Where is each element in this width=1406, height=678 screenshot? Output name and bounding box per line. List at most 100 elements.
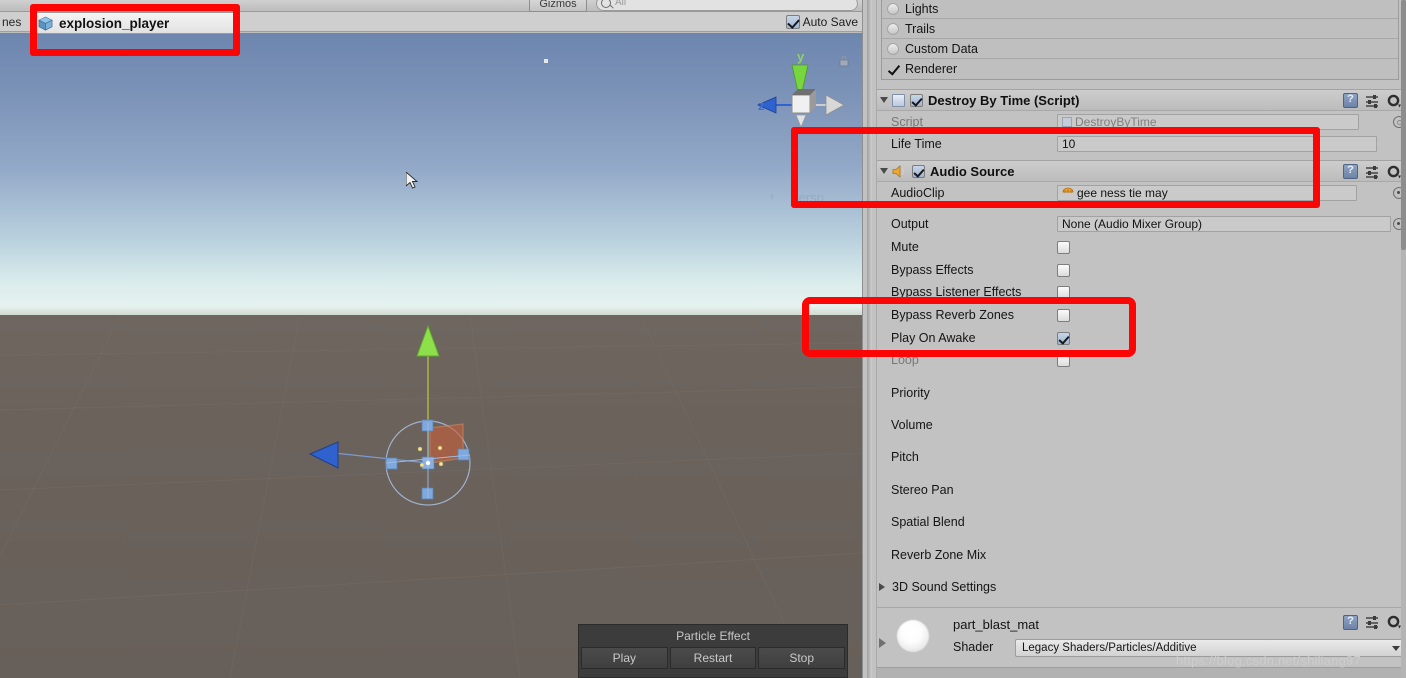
svg-text:z: z <box>758 98 765 113</box>
property-row-output[interactable]: Output None (Audio Mixer Group) <box>877 213 1406 235</box>
chevron-down-icon[interactable] <box>880 97 888 103</box>
audioclip-object-field[interactable]: gee ness tie may <box>1057 185 1357 201</box>
scene-view-pane: Gizmos All Auto Save nes explosion_playe <box>0 0 862 678</box>
transform-move-gizmo[interactable] <box>300 318 510 518</box>
toggle-icon[interactable] <box>887 22 899 35</box>
chevron-down-icon[interactable] <box>880 168 888 174</box>
property-row-bypass-reverb-zones[interactable]: Bypass Reverb Zones <box>877 304 1406 326</box>
property-row-play-on-awake[interactable]: Play On Awake <box>877 327 1406 349</box>
chevron-right-icon[interactable] <box>879 638 886 648</box>
module-row-custom-data[interactable]: Custom Data <box>882 39 1398 59</box>
gear-icon[interactable] <box>1387 94 1401 108</box>
scene-toolbar: Gizmos All <box>0 0 862 12</box>
property-label: Loop <box>891 353 919 367</box>
slider-label: Spatial Blend <box>891 515 965 529</box>
gear-icon[interactable] <box>1387 615 1401 629</box>
auto-save-toggle[interactable]: Auto Save <box>785 14 858 30</box>
selected-object-name: explosion_player <box>59 15 170 31</box>
preset-icon[interactable] <box>1365 94 1380 108</box>
scrollbar-thumb[interactable] <box>1401 0 1406 250</box>
component-header-audio-source[interactable]: Audio Source <box>877 160 1406 182</box>
module-label: Custom Data <box>905 41 978 56</box>
module-row-trails[interactable]: Trails <box>882 19 1398 39</box>
scene-viewport[interactable]: y z ‹ Persp <box>0 33 862 678</box>
help-icon[interactable] <box>1343 93 1358 108</box>
inspector-scrollbar[interactable] <box>1401 0 1406 678</box>
scene-marker-dot <box>544 59 548 63</box>
inspector-rail-bar <box>867 0 872 678</box>
particle-play-button[interactable]: Play <box>581 647 668 669</box>
component-header-destroy-by-time[interactable]: Destroy By Time (Script) <box>877 89 1406 111</box>
material-block: part_blast_mat Shader Legacy Shaders/Par… <box>877 607 1406 667</box>
property-row-script[interactable]: Script DestroyByTime <box>877 111 1406 133</box>
property-row-audioclip[interactable]: AudioClip gee ness tie may <box>877 182 1406 204</box>
persp-collapse-arrow[interactable]: ‹ <box>770 188 774 203</box>
preset-icon[interactable] <box>1365 165 1380 179</box>
slider-row-spatial-blend[interactable]: Spatial Blend <box>877 511 1406 533</box>
help-icon[interactable] <box>1343 164 1358 179</box>
help-icon[interactable] <box>1343 615 1358 630</box>
particle-stop-button[interactable]: Stop <box>758 647 846 669</box>
bypass-reverb-zones-checkbox[interactable] <box>1057 308 1070 322</box>
gear-icon[interactable] <box>1387 165 1401 179</box>
play-on-awake-checkbox[interactable] <box>1057 331 1070 345</box>
output-object-field[interactable]: None (Audio Mixer Group) <box>1057 216 1391 232</box>
slider-label: Stereo Pan <box>891 483 954 497</box>
property-label: AudioClip <box>891 186 945 200</box>
module-row-lights[interactable]: Lights <box>882 0 1398 19</box>
shader-label: Shader <box>953 640 994 654</box>
script-icon <box>892 93 905 107</box>
property-label: Bypass Reverb Zones <box>891 308 1014 322</box>
scene-search-input[interactable]: All <box>596 0 858 11</box>
slider-label: Pitch <box>891 450 919 464</box>
camera-mode-label: Persp <box>790 190 824 205</box>
property-row-mute[interactable]: Mute <box>877 236 1406 258</box>
slider-row-volume[interactable]: Volume <box>877 414 1406 436</box>
selected-object-chip[interactable]: explosion_player <box>30 12 236 34</box>
mute-checkbox[interactable] <box>1057 240 1070 254</box>
property-value: 10 <box>1062 136 1076 151</box>
property-row-bypass-effects[interactable]: Bypass Effects <box>877 259 1406 281</box>
foldout-label: 3D Sound Settings <box>892 580 997 594</box>
foldout-3d-sound-settings[interactable]: 3D Sound Settings <box>877 576 1406 598</box>
property-row-bypass-listener-effects[interactable]: Bypass Listener Effects <box>877 281 1406 303</box>
property-row-life-time[interactable]: Life Time 10 <box>877 133 1406 155</box>
component-header-icons <box>1343 164 1401 179</box>
chevron-right-icon[interactable] <box>879 583 885 591</box>
bypass-listener-effects-checkbox[interactable] <box>1057 285 1070 299</box>
script-object-field[interactable]: DestroyByTime <box>1057 114 1359 130</box>
life-time-input[interactable]: 10 <box>1057 136 1377 152</box>
preset-icon[interactable] <box>1365 615 1380 629</box>
toggle-icon[interactable] <box>887 2 899 15</box>
bypass-effects-checkbox[interactable] <box>1057 263 1070 277</box>
inspector-left-rail <box>863 0 877 678</box>
component-enabled-checkbox[interactable] <box>910 93 923 107</box>
slider-row-stereo-pan[interactable]: Stereo Pan <box>877 479 1406 501</box>
slider-row-priority[interactable]: Priority <box>877 382 1406 404</box>
property-row-loop[interactable]: Loop <box>877 349 1406 371</box>
module-label: Lights <box>905 1 939 16</box>
shader-dropdown[interactable]: Legacy Shaders/Particles/Additive <box>1015 639 1406 657</box>
checkmark-icon[interactable] <box>887 63 899 75</box>
auto-save-checkbox[interactable] <box>785 15 800 29</box>
property-value: DestroyByTime <box>1075 114 1157 129</box>
auto-save-label: Auto Save <box>802 15 858 29</box>
toggle-icon[interactable] <box>887 42 899 55</box>
lock-icon[interactable] <box>838 55 850 67</box>
search-icon <box>601 0 611 8</box>
component-enabled-checkbox[interactable] <box>912 164 925 178</box>
loop-checkbox[interactable] <box>1057 353 1070 367</box>
gizmos-button[interactable]: Gizmos <box>529 0 587 12</box>
script-asset-icon <box>1062 117 1072 127</box>
slider-row-pitch[interactable]: Pitch <box>877 446 1406 468</box>
inspector-panel: Lights Trails Custom Data Renderer Destr… <box>862 0 1406 678</box>
slider-row-reverb-zone-mix[interactable]: Reverb Zone Mix <box>877 544 1406 566</box>
particle-restart-button[interactable]: Restart <box>669 647 757 669</box>
cube-icon <box>38 16 53 31</box>
material-name: part_blast_mat <box>953 617 1039 632</box>
module-label: Renderer <box>905 62 958 76</box>
slider-label: Reverb Zone Mix <box>891 548 987 562</box>
mouse-cursor <box>406 172 419 189</box>
component-title: Destroy By Time (Script) <box>928 92 1080 108</box>
module-row-renderer[interactable]: Renderer <box>882 59 1398 79</box>
